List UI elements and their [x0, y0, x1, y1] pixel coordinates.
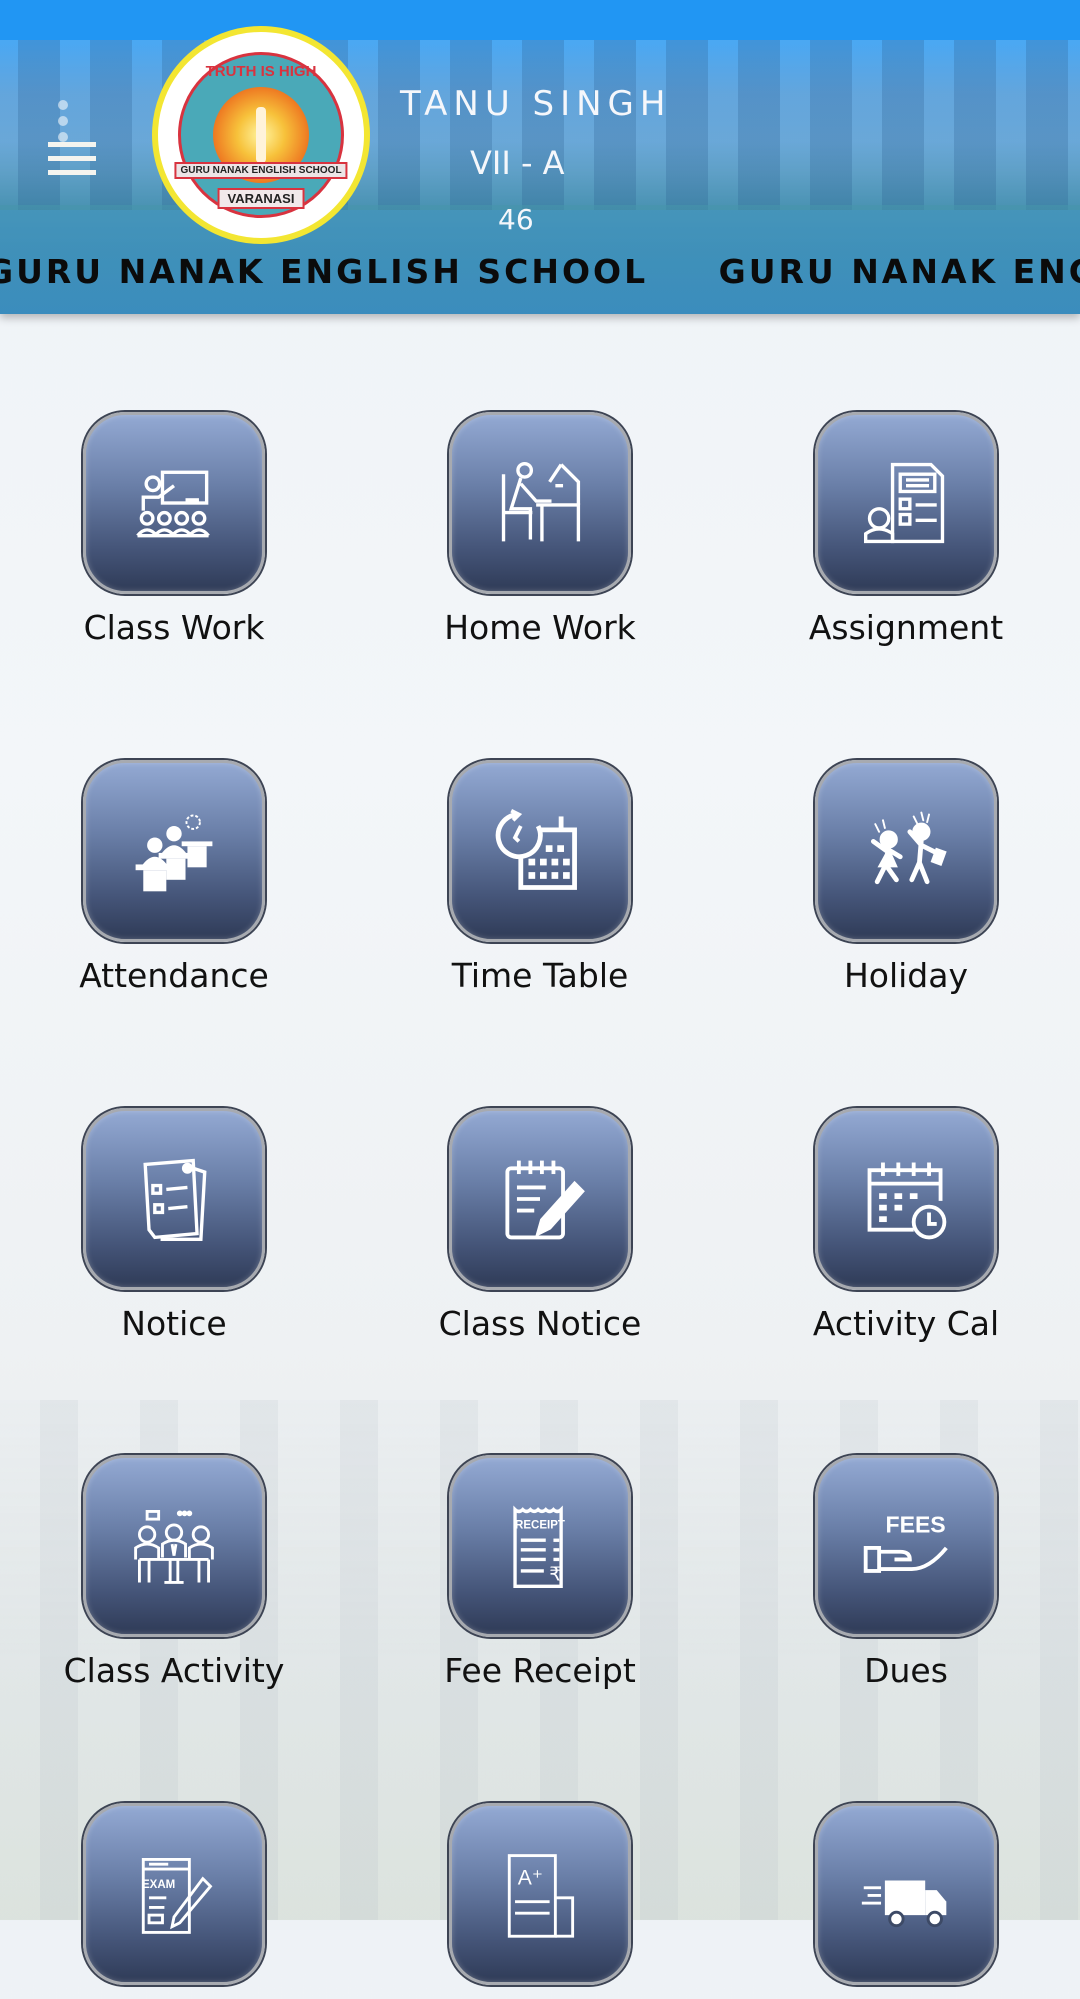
celebrating-kids-icon [815, 760, 997, 942]
tile-label: Holiday [843, 956, 969, 995]
teacher-classroom-icon [83, 412, 265, 594]
calendar-clock-icon [815, 1108, 997, 1290]
group-meeting-icon [83, 1455, 265, 1637]
svg-text:FEES: FEES [886, 1512, 946, 1538]
svg-text:₹: ₹ [549, 1563, 561, 1586]
tile-label: Dues [864, 1651, 948, 1690]
menu-tile-time-table[interactable]: Time Table [380, 760, 700, 995]
student-desk-icon [449, 412, 631, 594]
attendance-podium-icon [83, 760, 265, 942]
tile-label: Assignment [808, 608, 1004, 647]
exam-paper-icon: EXAM [83, 1803, 265, 1985]
menu-tile-exam[interactable]: EXAM [14, 1803, 334, 1999]
menu-tile-fee-receipt[interactable]: RECEIPT ₹ Fee Receipt [380, 1455, 700, 1690]
marquee-text: GURU NANAK ENGLISH SCHOOL [0, 252, 649, 291]
notepad-pencil-icon [449, 1108, 631, 1290]
student-class: VII - A [470, 144, 565, 182]
report-card-grade-icon: A⁺ [449, 1803, 631, 1985]
menu-tile-class-work[interactable]: Class Work [14, 412, 334, 647]
tile-label: Class Activity [63, 1651, 285, 1690]
menu-tile-class-notice[interactable]: Class Notice [380, 1108, 700, 1343]
hamburger-menu-button[interactable] [48, 100, 98, 180]
tile-label: Home Work [444, 608, 636, 647]
tile-label: Activity Cal [812, 1304, 1000, 1343]
khanda-icon [256, 107, 266, 163]
student-name: TANU SINGH [400, 84, 672, 124]
logo-motto: TRUTH IS HIGH [205, 63, 317, 80]
menu-tile-holiday[interactable]: Holiday [746, 760, 1066, 995]
menu-tile-home-work[interactable]: Home Work [380, 412, 700, 647]
receipt-rupee-icon: RECEIPT ₹ [449, 1455, 631, 1637]
svg-text:A⁺: A⁺ [518, 1866, 543, 1889]
school-name-marquee: GURU NANAK ENGLISH SCHOOL GURU NANAK ENG… [0, 252, 1080, 291]
menu-tile-transport[interactable] [746, 1803, 1066, 1999]
menu-tile-activity-cal[interactable]: Activity Cal [746, 1108, 1066, 1343]
menu-tile-attendance[interactable]: Attendance [14, 760, 334, 995]
menu-tile-dues[interactable]: FEES Dues [746, 1455, 1066, 1690]
school-logo: TRUTH IS HIGH GURU NANAK ENGLISH SCHOOL … [152, 26, 370, 244]
app-header: TRUTH IS HIGH GURU NANAK ENGLISH SCHOOL … [0, 0, 1080, 314]
logo-school-name: GURU NANAK ENGLISH SCHOOL [174, 162, 348, 179]
clock-calendar-icon [449, 760, 631, 942]
marquee-text: GURU NANAK ENGLISH SCHOOL [718, 252, 1080, 291]
logo-emblem: TRUTH IS HIGH GURU NANAK ENGLISH SCHOOL … [174, 52, 348, 218]
svg-text:RECEIPT: RECEIPT [515, 1520, 565, 1532]
menu-tile-report-card[interactable]: A⁺ [380, 1803, 700, 1999]
tile-label: Attendance [79, 956, 269, 995]
assignment-checklist-icon [815, 412, 997, 594]
menu-tile-class-activity[interactable]: Class Activity [14, 1455, 334, 1690]
logo-city: VARANASI [217, 188, 305, 209]
svg-text:EXAM: EXAM [142, 1879, 175, 1891]
tile-label: Time Table [451, 956, 629, 995]
roll-number: 46 [498, 203, 534, 236]
tile-label: Class Work [83, 608, 265, 647]
menu-tile-notice[interactable]: Notice [14, 1108, 334, 1343]
menu-tile-assignment[interactable]: Assignment [746, 412, 1066, 647]
notice-papers-icon [83, 1108, 265, 1290]
fees-hand-icon: FEES [815, 1455, 997, 1637]
delivery-van-icon [815, 1803, 997, 1985]
tile-label: Fee Receipt [444, 1651, 636, 1690]
tile-label: Class Notice [438, 1304, 642, 1343]
tile-label: Notice [121, 1304, 227, 1343]
